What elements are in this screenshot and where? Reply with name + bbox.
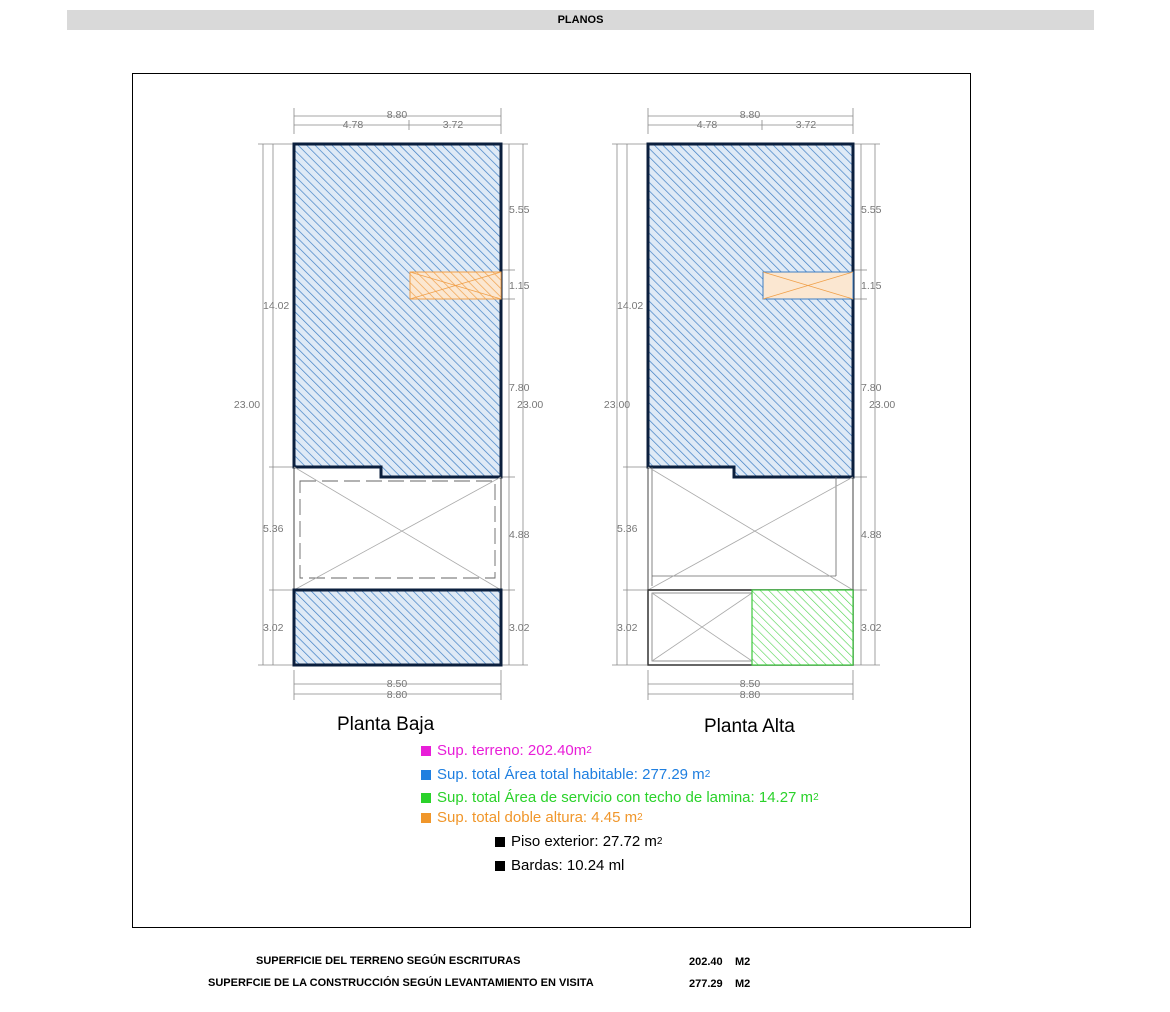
dim-top-left: 4.78 [697,119,718,131]
dim-left-total: 23.00 [604,399,630,411]
legend-label-terreno: Sup. terreno: 202.40m [437,742,587,759]
dim-right-bottom: 3.02 [861,622,882,634]
dim-top-right: 3.72 [443,119,464,131]
summary-value-terreno: 202.40 [689,956,723,968]
legend-label-bardas: Bardas: 10.24 ml [511,857,625,874]
legend-label-piso: Piso exterior: 27.72 m [511,833,657,850]
legend-swatch-terreno [421,745,431,756]
dim-right-upper: 5.55 [861,204,882,216]
dim-right-bottom: 3.02 [509,622,530,634]
legend-item-bardas: Bardas: 10.24 ml [495,857,624,874]
legend-label-habitable: Sup. total Área total habitable: 277.29 … [437,766,705,783]
section-header: PLANOS [67,10,1094,30]
legend-item-terreno: Sup. terreno: 202.40m 2 [421,742,592,759]
dim-right-lower: 7.80 [861,382,882,394]
legend-item-doble: Sup. total doble altura: 4.45 m2 [421,809,643,826]
dim-right-yard: 4.88 [509,529,530,541]
dim-top-right: 3.72 [796,119,817,131]
habitable-area-ground-rear [292,588,503,667]
plan-upper: 8.80 4.78 3.72 23.00 14.02 5.36 3.02 5.5… [604,108,895,701]
plan-ground: 8.80 4.78 3.72 23.00 14.02 5.36 3.02 5.5… [234,108,543,701]
legend-swatch-doble [421,812,431,823]
legend-label-servicio: Sup. total Área de servicio con techo de… [437,789,814,806]
dim-bottom-total: 8.80 [740,689,761,701]
dim-top-left: 4.78 [343,119,364,131]
dim-left-mid: 5.36 [263,523,284,535]
dim-left-bottom: 3.02 [617,622,638,634]
legend-swatch-habitable [421,769,431,780]
dim-right-yard: 4.88 [861,529,882,541]
summary-unit-construccion: M2 [735,978,751,990]
dim-right-total: 23.00 [517,399,543,411]
dim-left-upper: 14.02 [263,300,289,312]
dim-right-lower: 7.80 [509,382,530,394]
plan-title-upper: Planta Alta [704,716,795,737]
legend-item-piso: Piso exterior: 27.72 m2 [495,833,662,850]
section-title: PLANOS [557,14,604,26]
dim-right-upper: 5.55 [509,204,530,216]
dim-left-bottom: 3.02 [263,622,284,634]
rear-rooms-upper [647,589,854,666]
dim-right-mid: 1.15 [861,280,882,292]
summary-unit-terreno: M2 [735,956,751,968]
summary-label-terreno: SUPERFICIE DEL TERRENO SEGÚN ESCRITURAS [256,955,521,967]
habitable-area-ground [292,142,503,479]
legend-swatch-servicio [421,792,431,803]
dim-left-mid: 5.36 [617,523,638,535]
dim-top-total: 8.80 [740,109,761,121]
dim-left-upper: 14.02 [617,300,643,312]
dim-right-mid: 1.15 [509,280,530,292]
dim-bottom-total: 8.80 [387,689,408,701]
dim-top-total: 8.80 [387,109,408,121]
legend-swatch-piso [495,836,505,847]
service-area-upper [751,589,854,666]
legend-item-servicio: Sup. total Área de servicio con techo de… [421,789,819,806]
summary-value-construccion: 277.29 [689,978,723,990]
legend-swatch-bardas [495,860,505,871]
legend-item-habitable: Sup. total Área total habitable: 277.29 … [421,766,710,783]
dim-left-total: 23.00 [234,399,260,411]
plan-title-ground: Planta Baja [337,714,435,735]
exterior-yard-ground [293,466,502,591]
habitable-area-upper [646,142,855,479]
summary-label-construccion: SUPERFCIE DE LA CONSTRUCCIÓN SEGÚN LEVAN… [208,977,594,989]
dim-right-total: 23.00 [869,399,895,411]
legend-label-doble: Sup. total doble altura: 4.45 m [437,809,638,826]
